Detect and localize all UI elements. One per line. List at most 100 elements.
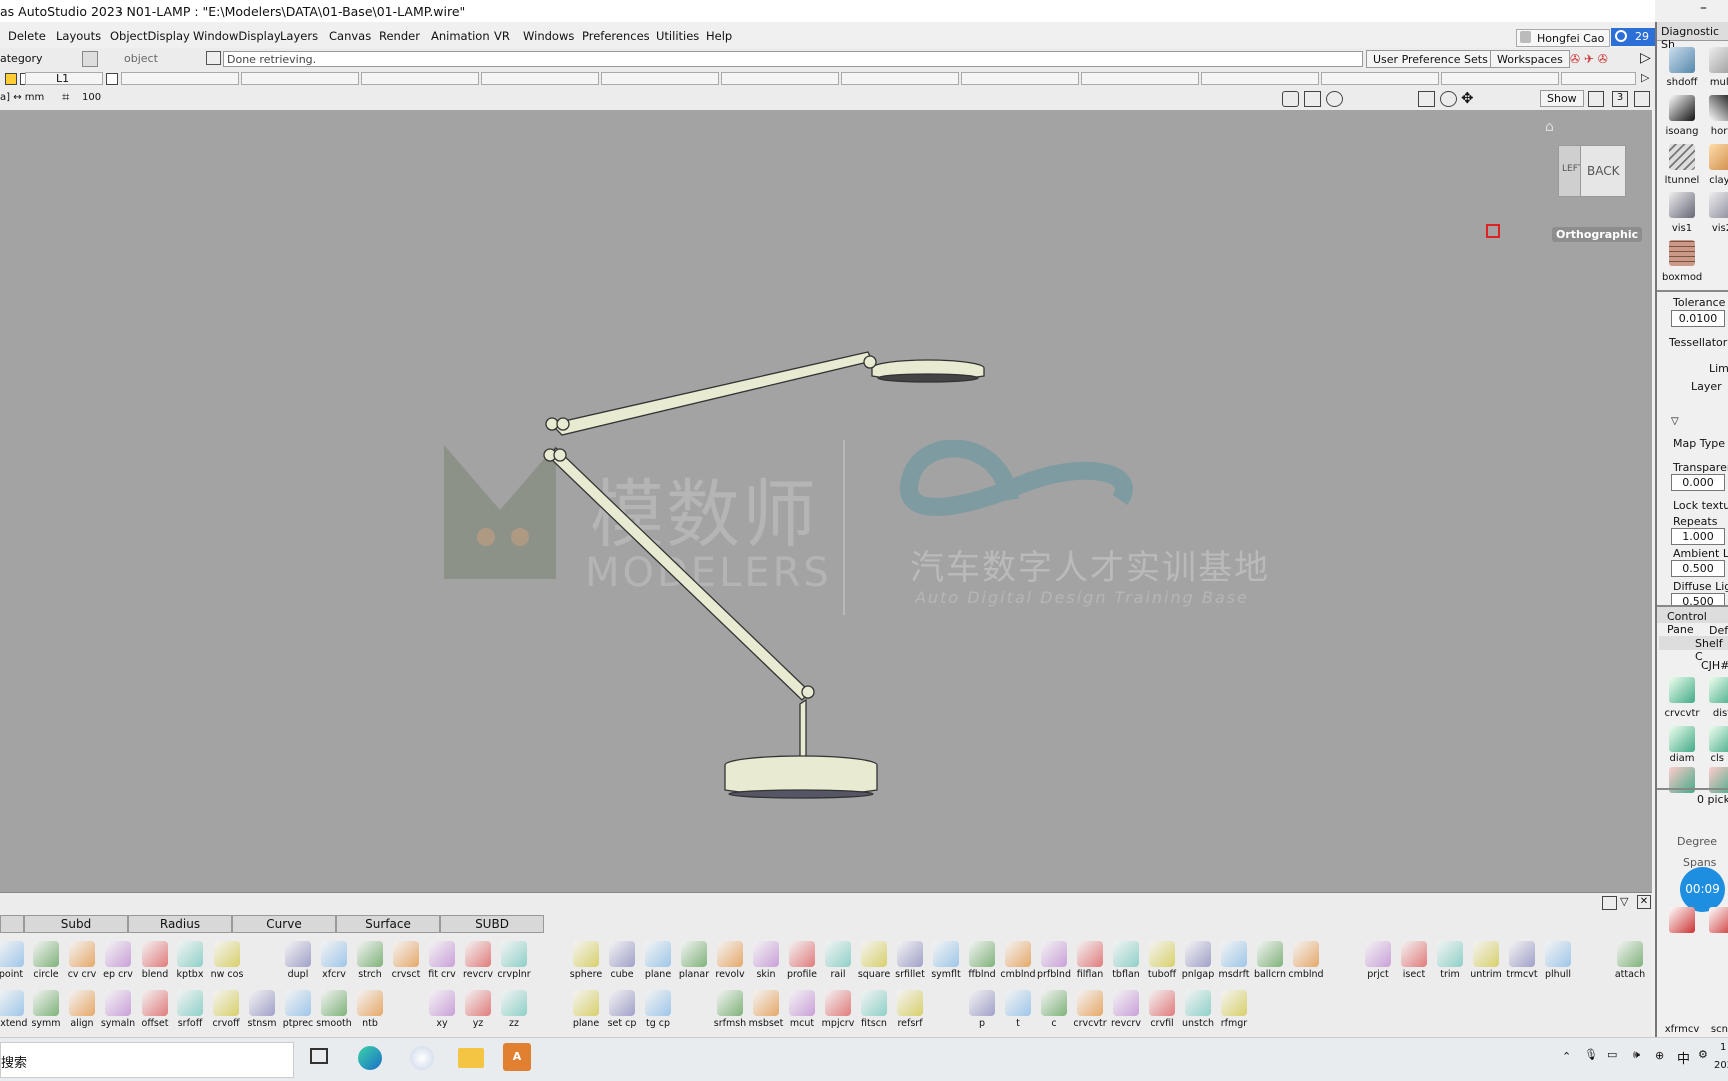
tool-crvsct[interactable]: crvsct [388,941,424,980]
layer-l1[interactable]: L1 [25,72,103,85]
palette-menu-icon[interactable] [1602,896,1617,910]
tool-ep-crv[interactable]: ep crv [100,941,136,980]
tool-circle[interactable]: circle [28,941,64,980]
menu-layouts[interactable]: Layouts [56,29,101,43]
menu-windows[interactable]: Windows [523,29,574,43]
tool-untrim[interactable]: untrim [1468,941,1504,980]
tool-mpjcrv[interactable]: mpjcrv [820,990,856,1029]
tool-filflan[interactable]: filflan [1072,941,1108,980]
list-icon[interactable] [206,51,221,65]
ambient-light-field[interactable]: 0.500 [1671,560,1725,577]
user-preference-sets-button[interactable]: User Preference Sets [1366,50,1495,68]
tool-crvcvtr[interactable]: crvcvtr [1072,990,1108,1029]
menu-utilities[interactable]: Utilities [656,29,699,43]
mic-icon[interactable]: 🎙 [1584,1048,1598,1061]
tab-partial[interactable] [0,915,24,933]
taskbar-search[interactable]: 搜索 [0,1042,294,1078]
layer-slot[interactable] [1561,72,1636,85]
tool-dupl[interactable]: dupl [280,941,316,980]
view-cube-back[interactable]: BACK [1580,145,1626,197]
home-icon[interactable]: ⌂ [1545,119,1554,135]
tool-symaln[interactable]: symaln [100,990,136,1029]
layer-slot[interactable] [1441,72,1559,85]
tool-msdrft[interactable]: msdrft [1216,941,1252,980]
tool-tg-cp[interactable]: tg cp [640,990,676,1029]
palette-close-icon[interactable]: ✕ [1637,895,1651,909]
tool-plane[interactable]: plane [640,941,676,980]
render-icon[interactable] [1440,91,1457,107]
cls-p-icon[interactable] [1709,726,1728,752]
fit-icon[interactable] [1418,91,1435,107]
lamp-model[interactable] [0,110,1652,892]
network-icon[interactable]: ⊕ [1655,1049,1664,1062]
tool-fitscn[interactable]: fitscn [856,990,892,1029]
clock-time[interactable]: 1 [1720,1042,1726,1053]
magnify-icon[interactable] [1326,91,1343,107]
layer-slot[interactable] [1321,72,1439,85]
pick-icon[interactable] [82,51,98,67]
menu-delete[interactable]: Delete [8,29,46,43]
tab-curve[interactable]: Curve [232,915,336,933]
tool-ballcrn[interactable]: ballcrn [1252,941,1288,980]
tool-offset[interactable]: offset [137,990,173,1029]
tool-strch[interactable]: strch [352,941,388,980]
tool-ffblnd[interactable]: ffblnd [964,941,1000,980]
crvcvtr-icon[interactable] [1669,677,1695,703]
layer-slot[interactable] [721,72,839,85]
tool-symm[interactable]: symm [28,990,64,1029]
tool-cube[interactable]: cube [604,941,640,980]
menu-canvas[interactable]: Canvas [329,29,371,43]
pin-icons[interactable]: ✇ ✈ ✇ [1570,52,1608,66]
tool-p[interactable]: p [964,990,1000,1029]
dist-icon[interactable] [1709,677,1728,703]
projection-label[interactable]: Orthographic [1552,227,1643,242]
tool-stnsm[interactable]: stnsm [244,990,280,1029]
layer-slot[interactable] [481,72,599,85]
grid-icon[interactable]: ⌗ [62,90,69,105]
tool-cmblnd[interactable]: cmblnd [1000,941,1036,980]
layer-slot[interactable] [1201,72,1319,85]
tool-plhull[interactable]: plhull [1540,941,1576,980]
tool-mcut[interactable]: mcut [784,990,820,1029]
tool-attach[interactable]: attach [1612,941,1648,980]
tool-skin[interactable]: skin [748,941,784,980]
tool-ntb[interactable]: ntb [352,990,388,1029]
tool-prfblnd[interactable]: prfblnd [1036,941,1072,980]
settings-icon[interactable]: ⚙ [1698,1048,1708,1061]
tool-c[interactable]: c [1036,990,1072,1029]
play-icon[interactable]: ▷ [1640,50,1651,66]
layer-slot[interactable] [1081,72,1199,85]
tab-radius[interactable]: Radius [128,915,232,933]
recording-timer[interactable]: 00:09 [1680,867,1725,912]
menu-layers[interactable]: Layers [280,29,318,43]
ltunnel-icon[interactable] [1669,144,1695,170]
clays-icon[interactable] [1709,144,1728,170]
view-cube[interactable]: LEFT BACK [1558,145,1626,197]
tool-trmcvt[interactable]: trmcvt [1504,941,1540,980]
tool-point[interactable]: point [0,941,29,980]
tool-crvoff[interactable]: crvoff [208,990,244,1029]
view-number[interactable]: 3 [1612,91,1628,107]
tool-kptbx[interactable]: kptbx [172,941,208,980]
tool-pnlgap[interactable]: pnlgap [1180,941,1216,980]
collapse-icon[interactable]: ▽ [1671,416,1679,427]
tool-ptprec[interactable]: ptprec [280,990,316,1029]
menu-animation[interactable]: Animation [431,29,490,43]
tool-symflt[interactable]: symflt [928,941,964,980]
tool-rfmgr[interactable]: rfmgr [1216,990,1252,1029]
tool-planar[interactable]: planar [676,941,712,980]
tolerance-field[interactable]: 0.0100 [1671,310,1725,327]
tool-align[interactable]: align [64,990,100,1029]
layer-slot[interactable] [241,72,359,85]
tool-yz[interactable]: yz [460,990,496,1029]
xfrmcv-icon[interactable] [1669,907,1695,933]
edge-icon[interactable] [358,1046,382,1070]
vis1-icon[interactable] [1669,192,1695,218]
vis2-icon[interactable] [1709,192,1728,218]
tool-rail[interactable]: rail [820,941,856,980]
tool-prjct[interactable]: prjct [1360,941,1396,980]
layer-slot[interactable] [121,72,239,85]
tool-unstch[interactable]: unstch [1180,990,1216,1029]
tool-tbflan[interactable]: tbflan [1108,941,1144,980]
clock-date[interactable]: 202 [1714,1060,1728,1071]
